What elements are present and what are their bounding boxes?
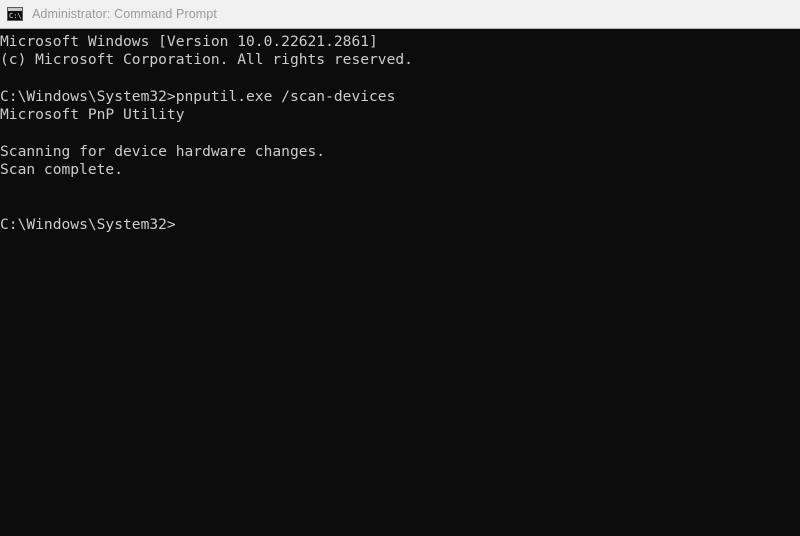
window-title: Administrator: Command Prompt <box>32 7 217 21</box>
console-output-area[interactable]: Microsoft Windows [Version 10.0.22621.28… <box>0 29 800 536</box>
console-line: Microsoft PnP Utility <box>0 106 185 124</box>
command-prompt-icon: C:\ <box>7 6 23 22</box>
console-line: Scanning for device hardware changes. <box>0 142 326 160</box>
command-prompt-window: C:\ Administrator: Command Prompt Micros… <box>0 0 800 536</box>
window-titlebar[interactable]: C:\ Administrator: Command Prompt <box>0 0 800 29</box>
console-line: C:\Windows\System32> <box>0 215 176 233</box>
console-line: (c) Microsoft Corporation. All rights re… <box>0 51 413 69</box>
svg-text:C:\: C:\ <box>9 12 22 20</box>
console-line: Scan complete. <box>0 161 124 179</box>
console-text: Microsoft Windows [Version 10.0.22621.28… <box>0 33 800 234</box>
console-line: Microsoft Windows [Version 10.0.22621.28… <box>0 33 378 50</box>
console-line: C:\Windows\System32>pnputil.exe /scan-de… <box>0 87 396 105</box>
